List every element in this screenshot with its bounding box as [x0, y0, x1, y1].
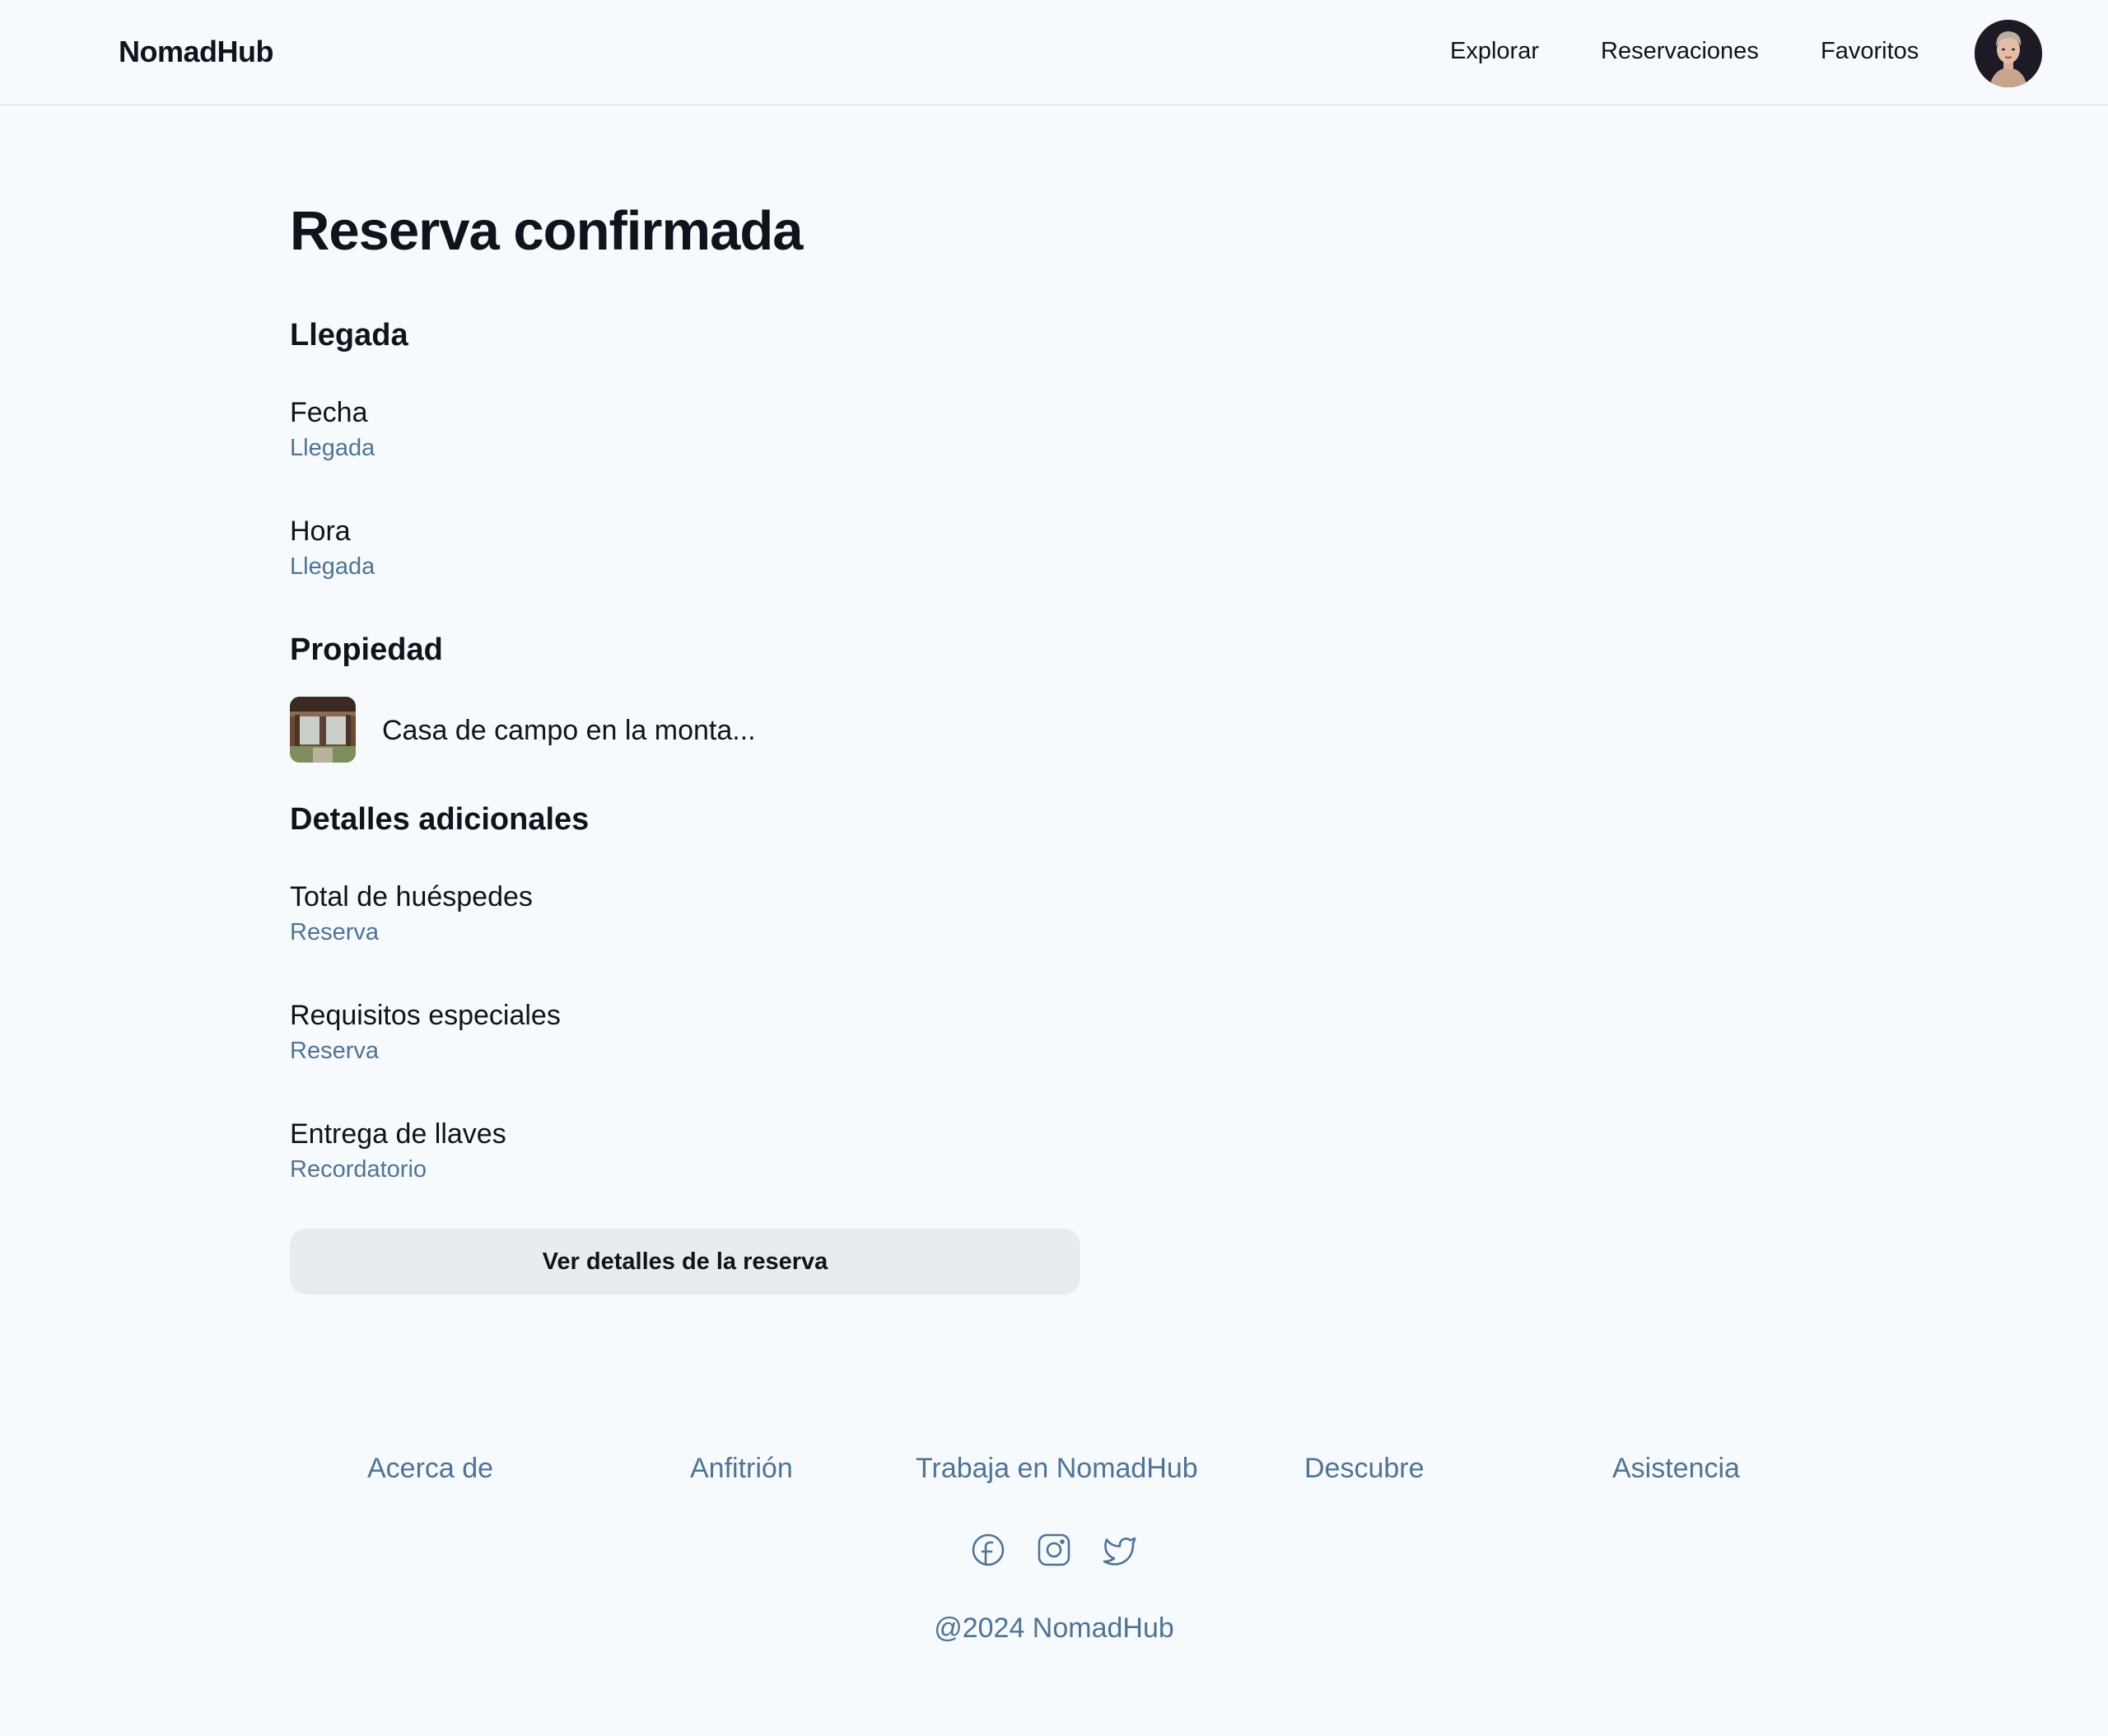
additional-details-heading: Detalles adicionales — [290, 802, 590, 837]
special-requirements-value: Reserva — [290, 1038, 379, 1064]
nav-favoritos[interactable]: Favoritos — [1821, 38, 1919, 65]
page: NomadHub Explorar Reservaciones Favorito… — [0, 0, 2108, 1736]
property-image — [290, 697, 356, 763]
footer-link-host[interactable]: Anfitrión — [690, 1453, 793, 1485]
view-booking-details-button[interactable]: Ver detalles de la reserva — [290, 1229, 1080, 1295]
time-value: Llegada — [290, 553, 375, 580]
user-avatar[interactable] — [1975, 20, 2042, 87]
property-thumbnail[interactable] — [290, 697, 356, 763]
time-label: Hora — [290, 516, 351, 547]
footer-link-discover[interactable]: Descubre — [1304, 1453, 1425, 1485]
brand-logo[interactable]: NomadHub — [119, 35, 274, 69]
instagram-icon[interactable] — [1036, 1532, 1072, 1568]
avatar-portrait — [1975, 20, 2042, 87]
date-value: Llegada — [290, 435, 375, 461]
key-handover-value: Recordatorio — [290, 1156, 427, 1183]
footer-link-careers[interactable]: Trabaja en NomadHub — [916, 1453, 1198, 1485]
facebook-icon[interactable] — [970, 1532, 1006, 1568]
footer-link-about[interactable]: Acerca de — [367, 1453, 493, 1485]
top-navigation-bar: NomadHub Explorar Reservaciones Favorito… — [0, 0, 2108, 105]
total-guests-label: Total de huéspedes — [290, 881, 533, 912]
twitter-icon[interactable] — [1102, 1532, 1138, 1568]
nav-reservaciones[interactable]: Reservaciones — [1601, 38, 1759, 65]
key-handover-label: Entrega de llaves — [290, 1118, 506, 1150]
page-title: Reserva confirmada — [290, 200, 804, 262]
copyright-text: @2024 NomadHub — [934, 1612, 1174, 1644]
footer-link-support[interactable]: Asistencia — [1612, 1453, 1740, 1485]
total-guests-value: Reserva — [290, 919, 379, 945]
nav-explorar[interactable]: Explorar — [1450, 38, 1539, 65]
property-heading: Propiedad — [290, 632, 443, 667]
arrival-heading: Llegada — [290, 318, 408, 352]
special-requirements-label: Requisitos especiales — [290, 1000, 561, 1031]
property-name[interactable]: Casa de campo en la monta... — [382, 715, 756, 747]
date-label: Fecha — [290, 397, 368, 428]
